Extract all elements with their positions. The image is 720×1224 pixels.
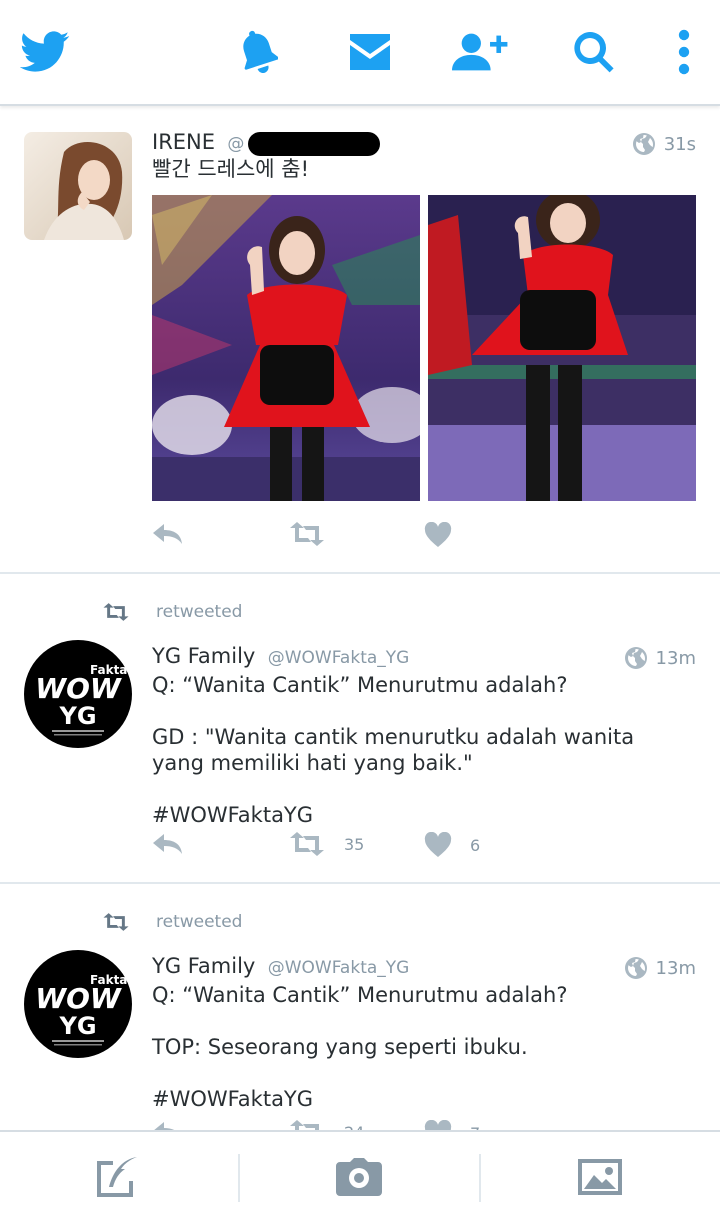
retweet-icon (290, 1120, 319, 1130)
bottom-compose-bar (0, 1130, 720, 1224)
tweet-card[interactable]: IRENE @ 31s 빨간 드레스에 춤! (0, 108, 720, 574)
user-handle[interactable]: @ (227, 134, 244, 154)
envelope-icon[interactable] (342, 24, 398, 80)
display-name[interactable]: IRENE (152, 130, 215, 154)
heart-icon (424, 1120, 452, 1130)
tweet-header: IRENE @ (152, 130, 381, 156)
reply-icon (154, 1122, 175, 1130)
reply-button[interactable] (152, 832, 184, 856)
bar-divider (479, 1154, 481, 1202)
tweet-header: YG Family @WOWFakta_YG (152, 954, 409, 978)
tweet-photo[interactable] (152, 195, 420, 501)
like-count: 6 (470, 835, 481, 855)
search-icon[interactable] (566, 24, 622, 80)
globe-icon (624, 647, 647, 669)
like-button[interactable] (424, 522, 452, 548)
image-icon[interactable] (570, 1152, 630, 1202)
like-button[interactable]: 7 (424, 1120, 480, 1130)
display-name[interactable]: YG Family (152, 954, 255, 978)
retweeted-indicator: retweeted (102, 912, 242, 932)
tweet-timestamp: 13m (624, 646, 696, 670)
bar-divider (238, 1154, 240, 1202)
more-vertical-icon[interactable] (656, 24, 712, 80)
retweeted-label: retweeted (156, 912, 243, 932)
retweet-count: 24 (344, 1123, 364, 1131)
time-label: 13m (655, 647, 696, 669)
reply-button[interactable] (152, 522, 184, 546)
retweeted-indicator: retweeted (102, 602, 242, 622)
retweet-icon (290, 832, 324, 856)
tweet-actions (152, 522, 552, 552)
tweet-text: Q: “Wanita Cantik” Menurutmu adalah? TOP… (152, 983, 568, 1111)
tweet-timestamp: 13m (624, 956, 696, 980)
time-label: 13m (655, 957, 696, 979)
tweet-text: Q: “Wanita Cantik” Menurutmu adalah? GD … (152, 673, 635, 827)
add-user-icon[interactable] (452, 24, 508, 80)
retweet-count: 35 (344, 834, 365, 854)
tweet-card[interactable]: retweeted Fakta WOW YG YG Family @WOWFak… (0, 884, 720, 1130)
retweet-button[interactable] (288, 522, 326, 546)
globe-icon (632, 133, 655, 155)
avatar[interactable]: Fakta WOW YG (24, 950, 132, 1058)
like-button[interactable]: 6 (424, 832, 480, 858)
tweet-photo[interactable] (428, 195, 696, 501)
retweeted-label: retweeted (156, 602, 243, 622)
globe-icon (624, 957, 647, 979)
reply-icon (153, 524, 182, 544)
reply-button[interactable] (152, 1120, 184, 1130)
retweet-button[interactable]: 24 (288, 1120, 364, 1130)
tweet-actions: 24 7 (152, 1120, 552, 1130)
camera-icon[interactable] (329, 1152, 389, 1202)
retweet-icon (103, 603, 129, 621)
tweet-header: YG Family @WOWFakta_YG (152, 644, 409, 668)
retweet-icon (103, 913, 129, 931)
retweet-icon (290, 522, 324, 546)
avatar[interactable] (24, 132, 132, 240)
censor-mark (248, 131, 381, 156)
time-label: 31s (663, 133, 696, 155)
bell-icon[interactable] (230, 24, 286, 80)
tweet-card[interactable]: retweeted Fakta WOW YG YG Family @WOWFak… (0, 574, 720, 884)
timeline-feed: IRENE @ 31s 빨간 드레스에 춤! retweeted Fakta W… (0, 108, 720, 1130)
logo-mark: YG (58, 1012, 96, 1040)
top-navigation-bar (0, 0, 720, 106)
tweet-actions: 35 6 (152, 832, 552, 862)
tweet-text: 빨간 드레스에 춤! (152, 157, 310, 181)
avatar[interactable]: Fakta WOW YG (24, 640, 132, 748)
logo-mark: YG (58, 702, 96, 730)
heart-icon (424, 832, 452, 857)
logo-big-text: WOW (35, 672, 122, 705)
reply-icon (153, 834, 182, 854)
display-name[interactable]: YG Family (152, 644, 255, 668)
compose-icon[interactable] (88, 1152, 148, 1202)
user-handle[interactable]: @WOWFakta_YG (268, 648, 410, 668)
user-handle[interactable]: @WOWFakta_YG (268, 958, 410, 978)
heart-icon (424, 522, 452, 547)
twitter-bird-icon[interactable] (17, 24, 73, 80)
logo-big-text: WOW (35, 982, 122, 1015)
tweet-timestamp: 31s (632, 132, 696, 156)
retweet-button[interactable]: 35 (288, 832, 364, 856)
